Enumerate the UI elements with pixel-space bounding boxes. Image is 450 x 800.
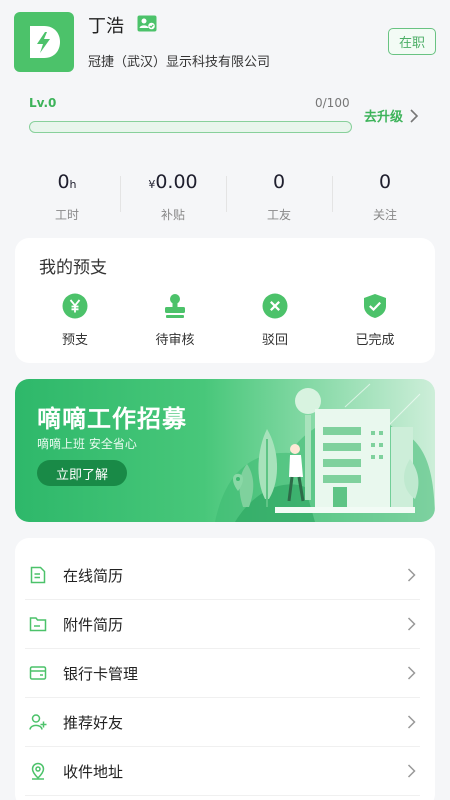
- stat-value: ¥0.00: [120, 168, 226, 196]
- menu-item-label: 收件地址: [63, 762, 124, 781]
- advance-rejected-button[interactable]: 驳回: [235, 293, 315, 348]
- menu-item-label: 附件简历: [63, 615, 124, 634]
- chevron-right-icon: [407, 568, 416, 582]
- banner-subtitle: 嘀嘀上班 安全省心: [37, 437, 137, 451]
- chevron-right-icon: [410, 108, 419, 123]
- banner-title: 嘀嘀工作招募: [37, 405, 187, 433]
- chevron-right-icon: [407, 666, 416, 680]
- advance-item-label: 驳回: [261, 333, 288, 348]
- folder-icon: [29, 617, 47, 632]
- menu-item-attachment-resume[interactable]: 附件简历: [25, 600, 420, 649]
- stat-number: 0: [378, 171, 392, 193]
- company-name: 冠捷（武汉）显示科技有限公司: [88, 55, 271, 70]
- document-icon: [30, 566, 46, 584]
- shield-check-icon: [364, 294, 386, 318]
- menu-item-online-resume[interactable]: 在线简历: [25, 551, 420, 600]
- stamp-icon: [165, 294, 185, 318]
- upgrade-link[interactable]: 去升级: [364, 106, 419, 125]
- stat-label: 工时: [54, 208, 79, 222]
- card-icon: [29, 666, 47, 680]
- yen-icon: [62, 293, 88, 319]
- stat-label: 关注: [372, 208, 397, 222]
- advance-pending-button[interactable]: 待审核: [135, 293, 215, 348]
- advance-item-label: 预支: [61, 333, 88, 348]
- learn-more-button[interactable]: 立即了解: [37, 460, 127, 486]
- advance-title: 我的预支: [39, 258, 107, 278]
- menu-item-label: 推荐好友: [63, 713, 124, 732]
- advance-item-label: 待审核: [155, 333, 195, 348]
- advance-item-label: 已完成: [355, 333, 395, 348]
- menu-item-shipping-address[interactable]: 收件地址: [25, 747, 420, 796]
- upgrade-label: 去升级: [364, 110, 404, 125]
- menu-item-refer-friend[interactable]: 推荐好友: [25, 698, 420, 747]
- employment-status-badge: 在职: [388, 28, 436, 55]
- level-label: Lv.0: [29, 96, 57, 110]
- app-logo: [14, 12, 74, 72]
- stat-label: 补贴: [160, 208, 185, 222]
- stat-label: 工友: [266, 208, 291, 222]
- stats-row: 0h 工时 ¥0.00 补贴 0 工友 0 关注: [14, 168, 438, 226]
- location-icon: [31, 762, 45, 780]
- add-user-icon: [29, 714, 47, 730]
- stat-work-hours[interactable]: 0h 工时: [14, 168, 120, 226]
- menu-item-label: 银行卡管理: [63, 664, 139, 683]
- advance-items: 预支 待审核 驳回 已完成: [15, 293, 435, 348]
- stat-number: 0: [57, 171, 70, 193]
- chevron-right-icon: [407, 617, 416, 631]
- recruitment-banner[interactable]: 嘀嘀工作招募 嘀嘀上班 安全省心 立即了解: [15, 379, 435, 522]
- stat-following[interactable]: 0 关注: [332, 168, 438, 226]
- logo-d-icon: [30, 26, 60, 58]
- stat-number: 0: [272, 171, 286, 193]
- advance-apply-button[interactable]: 预支: [35, 293, 115, 348]
- menu-item-label: 在线简历: [63, 566, 124, 585]
- close-circle-icon: [262, 293, 288, 319]
- stat-unit: h: [69, 178, 77, 191]
- stat-coworkers[interactable]: 0 工友: [226, 168, 332, 226]
- chevron-right-icon: [407, 715, 416, 729]
- advance-completed-button[interactable]: 已完成: [335, 293, 415, 348]
- level-progress-text: 0/100: [315, 96, 350, 110]
- banner-illustration: [215, 383, 435, 522]
- stat-subsidy[interactable]: ¥0.00 补贴: [120, 168, 226, 226]
- chevron-right-icon: [407, 764, 416, 778]
- profile-header: 丁浩 冠捷（武汉）显示科技有限公司 在职: [0, 0, 450, 90]
- verified-id-icon: [137, 15, 157, 32]
- menu-item-bank-card[interactable]: 银行卡管理: [25, 649, 420, 698]
- user-name: 丁浩: [88, 16, 124, 37]
- stat-value: 0h: [14, 168, 120, 196]
- advance-card: 我的预支 预支 待审核 驳回 已完成: [15, 238, 435, 363]
- stat-number: 0.00: [155, 171, 198, 193]
- level-progress-bar: [29, 121, 352, 133]
- settings-menu: 在线简历 附件简历 银行卡管理 推荐好友 收件地址: [15, 538, 435, 800]
